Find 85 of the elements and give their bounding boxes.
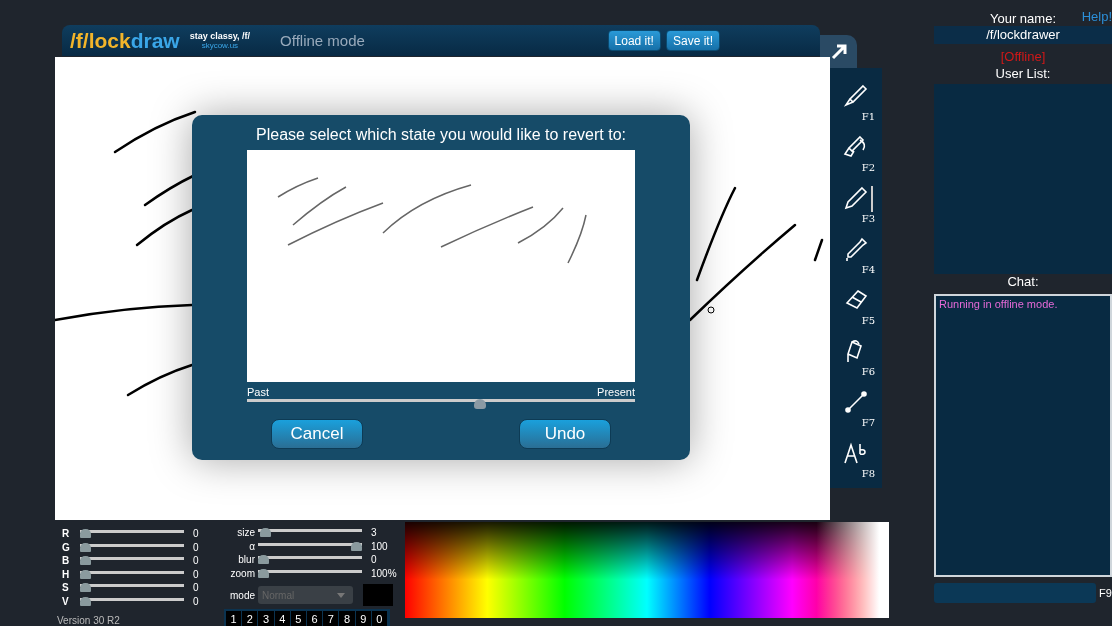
chat-label: Chat:	[1006, 274, 1040, 291]
shortcut-key: F4	[861, 264, 875, 275]
shortcut-key: F8	[861, 468, 875, 479]
slider-thumb[interactable]	[80, 569, 91, 579]
shortcut-key: F3	[861, 213, 875, 224]
slider-value: 0	[193, 541, 199, 553]
slider-thumb[interactable]	[473, 399, 486, 409]
color-swatch[interactable]	[363, 584, 393, 606]
slider-value: 0	[193, 568, 199, 580]
slider-label: α	[248, 540, 256, 552]
arrow-icon	[829, 42, 848, 61]
slider-thumb[interactable]	[80, 583, 91, 593]
shortcut-key: F9	[1099, 587, 1112, 599]
slider-value: 0	[193, 582, 199, 594]
slider-label: zoom	[229, 567, 256, 579]
tagline: stay classy, /f/	[189, 30, 251, 41]
cancel-button[interactable]: Cancel	[271, 419, 363, 449]
dialog-title: Please select which state you would like to revert to:	[256, 126, 626, 145]
tool-button[interactable]: F6	[833, 335, 879, 386]
tool-button[interactable]: F3	[833, 182, 879, 233]
load-button[interactable]: Load it!	[607, 30, 661, 51]
slider-thumb[interactable]	[80, 542, 91, 552]
tool-button[interactable]: F1	[833, 80, 879, 131]
slider-value: 0	[193, 555, 199, 567]
slider-label: V	[62, 595, 70, 607]
slider-value: 0	[371, 554, 377, 566]
chat-message: Running in offline mode.	[939, 298, 1059, 310]
palette-slot[interactable]: 3	[258, 611, 275, 626]
slider-thumb[interactable]	[80, 556, 91, 566]
dropper-icon	[843, 236, 869, 262]
slider-value: 100	[371, 540, 388, 552]
shortcut-key: F1	[861, 111, 875, 122]
brush-icon	[843, 83, 869, 109]
slider-thumb[interactable]	[80, 529, 91, 539]
drawing-canvas[interactable]: Please select which state you would like to revert to: Past Present Cancel Undo	[55, 57, 830, 520]
pencil-icon	[843, 185, 869, 211]
slider-value: 100%	[371, 567, 397, 579]
mode-label: mode	[229, 589, 256, 601]
connection-status: [Offline]	[999, 49, 1047, 64]
palette-slot[interactable]: 7	[323, 611, 340, 626]
past-label: Past	[247, 386, 269, 398]
tool-button[interactable]: F7	[833, 386, 879, 437]
slider-label: size	[236, 527, 256, 539]
version-label: Version 30 R2	[57, 615, 120, 626]
slider-label: blur	[237, 554, 256, 566]
name-field[interactable]: /f/lockdrawer	[934, 26, 1112, 44]
palette-slot[interactable]: 1	[226, 611, 243, 626]
name-label: Your name:	[990, 11, 1056, 26]
tool-button[interactable]: F5	[833, 284, 879, 335]
chat-input[interactable]	[934, 583, 1096, 603]
slider-thumb[interactable]	[259, 528, 271, 538]
color-spectrum[interactable]	[405, 522, 889, 618]
slider-label: S	[62, 582, 70, 594]
caret-icon	[337, 592, 345, 598]
palette-slot[interactable]: 8	[339, 611, 356, 626]
site-link[interactable]: skycow.us	[201, 40, 239, 51]
mode-label: Offline mode	[280, 32, 366, 49]
line-icon	[843, 389, 869, 415]
slider-value: 0	[193, 595, 199, 607]
undo-button[interactable]: Undo	[519, 419, 611, 449]
palette-slot[interactable]: 6	[307, 611, 324, 626]
slider-label: R	[62, 528, 71, 540]
slider-label: G	[62, 541, 71, 553]
slider-value: 0	[193, 528, 199, 540]
slider-thumb[interactable]	[258, 568, 269, 578]
shortcut-key: F5	[861, 315, 875, 326]
slider-label: B	[62, 555, 71, 567]
logo: /f/lockdraw	[70, 28, 180, 53]
help-link[interactable]: Help!	[1081, 9, 1112, 24]
slider-thumb[interactable]	[80, 596, 91, 606]
slider-thumb[interactable]	[258, 555, 269, 565]
tool-button[interactable]: F8	[833, 437, 879, 488]
save-button[interactable]: Save it!	[665, 30, 720, 51]
slider-label: H	[62, 568, 71, 580]
shortcut-key: F6	[861, 366, 875, 377]
tool-button[interactable]: F4	[833, 233, 879, 284]
present-label: Present	[597, 386, 635, 398]
shortcut-key: F7	[861, 417, 875, 428]
user-list-label: User List:	[994, 66, 1052, 83]
palette-slot[interactable]: 2	[242, 611, 259, 626]
slider-thumb[interactable]	[351, 541, 362, 551]
expand-tab[interactable]	[820, 35, 857, 68]
slider-value: 3	[371, 527, 377, 539]
tool-button[interactable]: F2	[833, 131, 879, 182]
shortcut-key: F2	[861, 162, 875, 173]
